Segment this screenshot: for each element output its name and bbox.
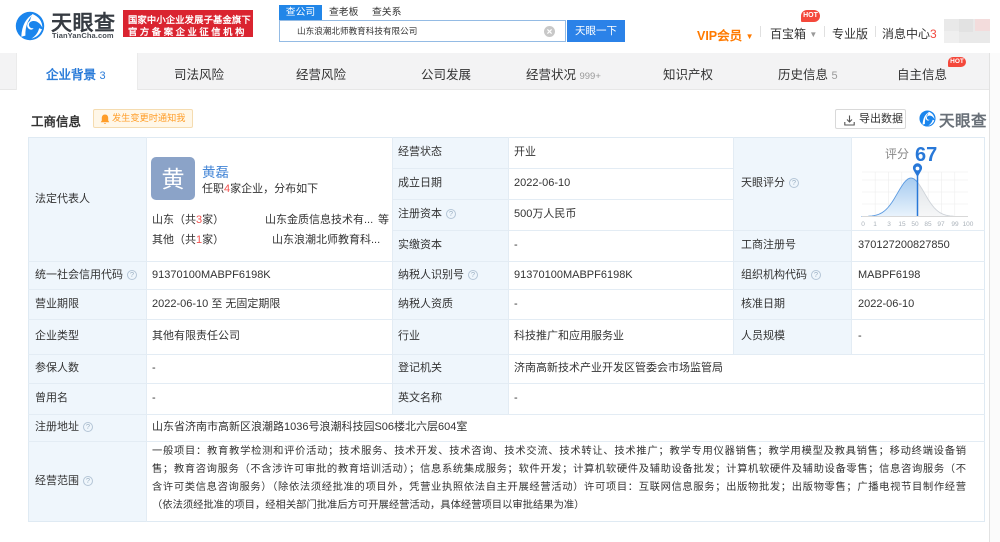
- svg-text:评分: 评分: [885, 147, 909, 161]
- svg-text:99: 99: [951, 221, 959, 228]
- svg-text:1: 1: [873, 221, 877, 228]
- svg-text:50: 50: [911, 221, 919, 228]
- svg-text:3: 3: [887, 221, 891, 228]
- svg-text:97: 97: [937, 221, 945, 228]
- svg-text:67: 67: [915, 144, 937, 166]
- svg-text:0: 0: [861, 221, 865, 228]
- svg-text:15: 15: [898, 221, 906, 228]
- svg-text:85: 85: [924, 221, 932, 228]
- svg-text:100: 100: [963, 221, 974, 228]
